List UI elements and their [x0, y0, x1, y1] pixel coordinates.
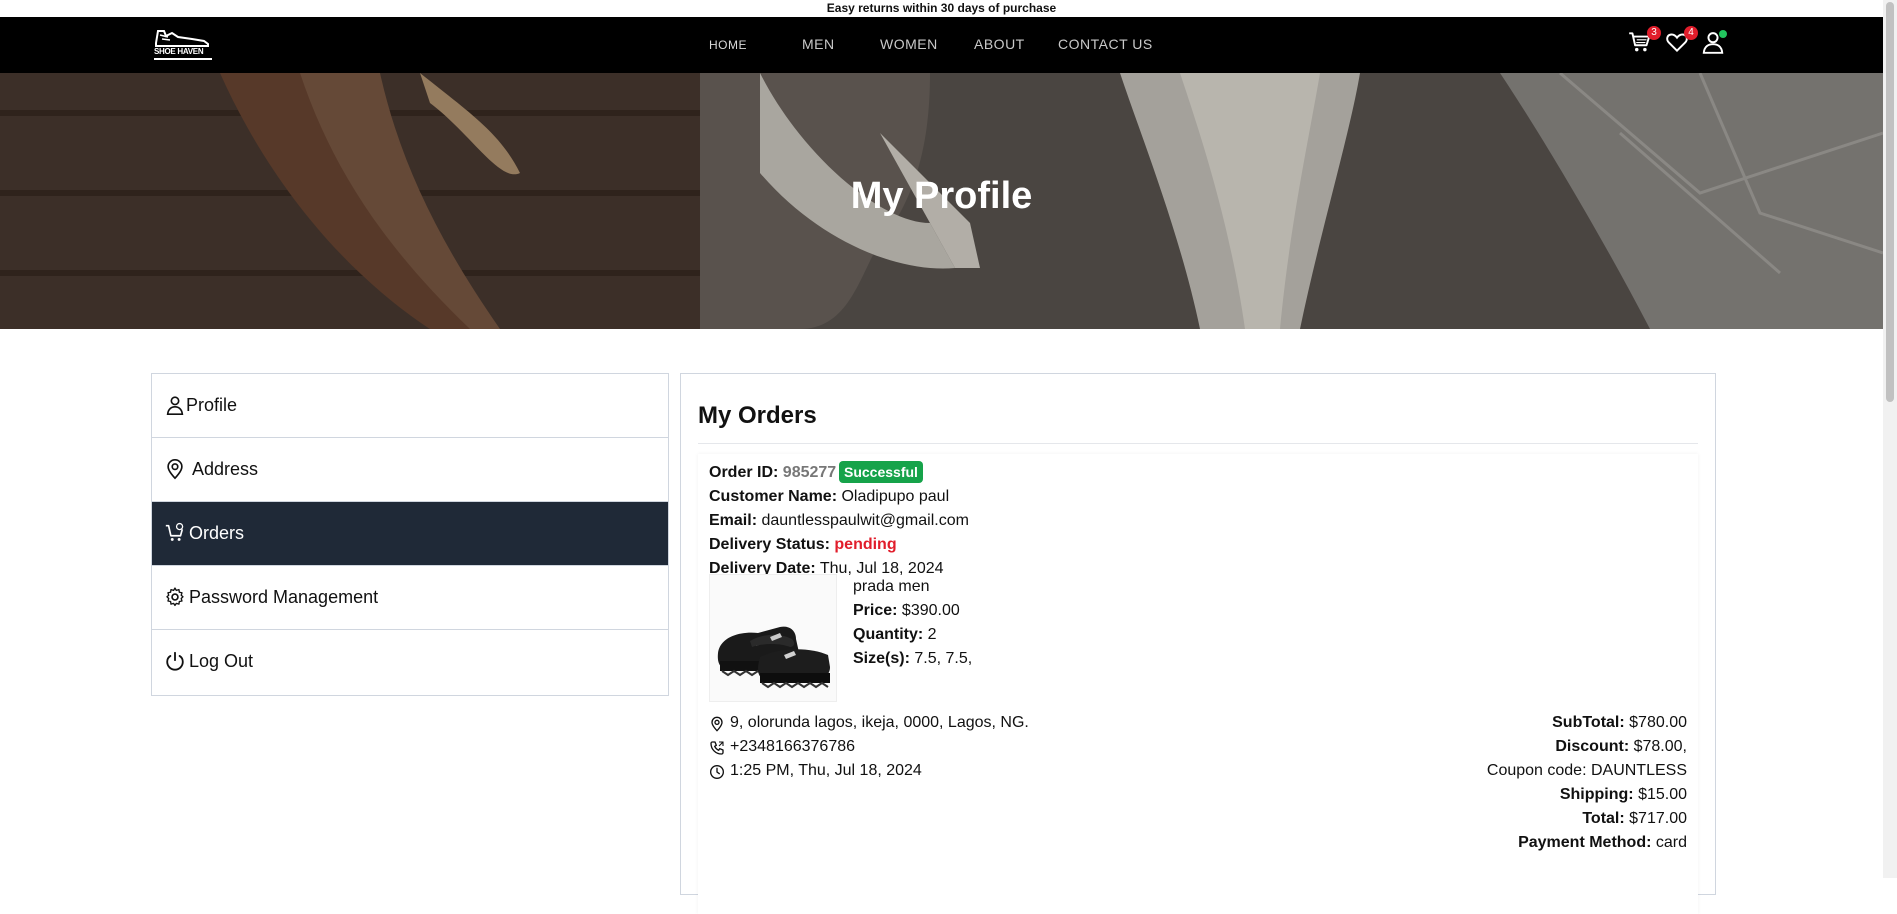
payment-value: card — [1655, 834, 1687, 851]
orders-panel: My Orders Order ID: 985277 Successful Cu… — [680, 373, 1716, 914]
phone-icon — [710, 741, 724, 755]
nav-home[interactable]: HOME — [709, 38, 747, 52]
account-button[interactable] — [1700, 29, 1730, 59]
sidebar-item-logout[interactable]: Log Out — [152, 630, 668, 693]
page-scrollbar[interactable] — [1883, 0, 1897, 878]
nav-links: HOME MEN WOMEN ABOUT CONTACT US — [0, 17, 1883, 73]
email-label: Email: — [709, 512, 758, 529]
sidebar-item-label: Log Out — [189, 651, 254, 671]
customer-name-value: Oladipupo paul — [841, 488, 950, 505]
price-value: $390.00 — [901, 602, 960, 619]
sidebar-item-label: Orders — [189, 523, 245, 543]
customer-email: Email: dauntlesspaulwit@gmail.com — [709, 512, 969, 530]
discount: Discount: $78.00, — [1555, 738, 1687, 756]
power-icon — [166, 651, 184, 671]
product-sizes: Size(s): 7.5, 7.5, — [853, 650, 972, 668]
subtotal-value: $780.00 — [1629, 714, 1687, 731]
announcement-bar: Easy returns within 30 days of purchase — [0, 0, 1883, 17]
clock-icon — [710, 765, 724, 779]
order-id-label: Order ID: — [709, 464, 779, 481]
gear-icon — [166, 587, 184, 607]
discount-label: Discount: — [1555, 738, 1630, 755]
delivery-status-label: Delivery Status: — [709, 536, 830, 553]
page-title: My Profile — [850, 175, 1033, 217]
sidebar-item-label: Profile — [186, 395, 238, 415]
delivery-status: Delivery Status: pending — [709, 536, 897, 554]
nav-contact[interactable]: CONTACT US — [1058, 36, 1153, 52]
order-id: Order ID: 985277 — [709, 464, 836, 482]
phone-number: +2348166376786 — [730, 738, 856, 755]
loafer-shoe-image — [717, 626, 830, 689]
location-pin-icon — [167, 459, 183, 480]
email-value: dauntlesspaulwit@gmail.com — [761, 512, 969, 529]
nav-women[interactable]: WOMEN — [880, 36, 938, 52]
location-pin-icon — [711, 716, 723, 732]
total-value: $717.00 — [1629, 810, 1687, 827]
product-name[interactable]: prada men — [853, 578, 930, 596]
cart-count-badge: 3 — [1647, 26, 1661, 40]
shipping-address: 9, olorunda lagos, ikeja, 0000, Lagos, N… — [730, 714, 1029, 731]
total-label: Total: — [1582, 810, 1625, 827]
delivery-status-value: pending — [834, 536, 897, 553]
sidebar-item-password[interactable]: Password Management — [152, 566, 668, 630]
payment-label: Payment Method: — [1518, 834, 1652, 851]
shipping-value: $15.00 — [1638, 786, 1687, 803]
order-card: Order ID: 985277 Successful Customer Nam… — [698, 454, 1698, 914]
cart-icon — [165, 522, 184, 541]
wishlist-button[interactable]: 4 — [1664, 26, 1698, 59]
status-badge: Successful — [839, 461, 923, 483]
scrollbar-thumb[interactable] — [1886, 2, 1894, 402]
online-status-dot — [1719, 30, 1727, 38]
product-price: Price: $390.00 — [853, 602, 960, 620]
subtotal-label: SubTotal: — [1552, 714, 1625, 731]
hero-banner: My Profile — [0, 73, 1883, 329]
customer-name-label: Customer Name: — [709, 488, 838, 505]
shipping-cost: Shipping: $15.00 — [1560, 786, 1687, 804]
wishlist-count-badge: 4 — [1684, 26, 1698, 40]
coupon-code: Coupon code: DAUNTLESS — [1486, 762, 1687, 779]
nav-about[interactable]: ABOUT — [974, 36, 1025, 52]
divider — [698, 443, 1698, 444]
delivery-date-value: Thu, Jul 18, 2024 — [819, 560, 944, 577]
discount-value: $78.00, — [1633, 738, 1687, 755]
price-label: Price: — [853, 602, 898, 619]
sidebar-item-label: Password Management — [189, 587, 379, 607]
customer-name: Customer Name: Oladipupo paul — [709, 488, 949, 506]
navbar: SHOE HAVEN HOME MEN WOMEN ABOUT CONTACT … — [0, 17, 1883, 73]
sidebar-item-profile[interactable]: Profile — [152, 374, 668, 438]
quantity-label: Quantity: — [853, 626, 924, 643]
sidebar-item-label: Address — [192, 459, 259, 479]
order-total: Total: $717.00 — [1582, 810, 1687, 828]
sizes-label: Size(s): — [853, 650, 910, 667]
subtotal: SubTotal: $780.00 — [1552, 714, 1687, 732]
sidebar-item-address[interactable]: Address — [152, 438, 668, 502]
nav-men[interactable]: MEN — [802, 36, 835, 52]
profile-sidebar: Profile Address Orders Password Manageme… — [151, 373, 669, 696]
product-image[interactable] — [709, 574, 837, 702]
sizes-value: 7.5, 7.5, — [914, 650, 973, 667]
quantity-value: 2 — [927, 626, 937, 643]
product-quantity: Quantity: 2 — [853, 626, 937, 644]
order-time: 1:25 PM, Thu, Jul 18, 2024 — [730, 762, 922, 779]
user-icon — [166, 396, 184, 415]
payment-method: Payment Method: card — [1518, 834, 1687, 852]
sidebar-item-orders[interactable]: Orders — [152, 502, 668, 566]
cart-button[interactable]: 3 — [1627, 26, 1661, 59]
order-id-value: 985277 — [782, 464, 837, 481]
shipping-label: Shipping: — [1559, 786, 1634, 803]
section-title: My Orders — [698, 402, 817, 429]
